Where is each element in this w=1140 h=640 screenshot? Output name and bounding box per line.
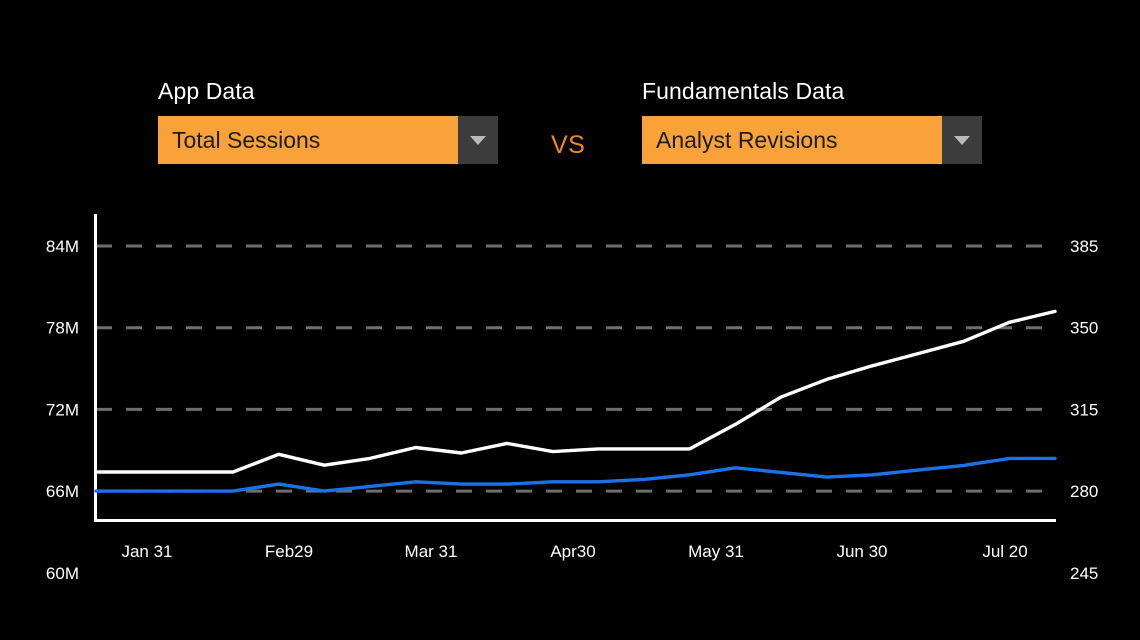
x-axis-tick-labels: Jan 31 Feb29 Mar 31 Apr30 May 31 Jun 30 Jul 20 (121, 542, 1027, 561)
x-axis-tick-label: Jan 31 (121, 542, 172, 561)
chart-gridlines (96, 244, 1055, 493)
left-axis-tick-labels: 84M 78M 72M 66M 60M (46, 237, 79, 583)
right-axis-tick-labels: 385 350 315 280 245 (1070, 237, 1098, 583)
x-axis-tick-label: Jun 30 (836, 542, 887, 561)
right-axis-tick-label: 280 (1070, 482, 1098, 501)
chart-series-lines (94, 309, 1057, 493)
series-line (94, 456, 1057, 493)
left-axis-tick-label: 72M (46, 400, 79, 419)
x-axis-tick-label: May 31 (688, 542, 744, 561)
x-axis-tick-label: Jul 20 (982, 542, 1027, 561)
series-line (94, 309, 1057, 474)
dual-axis-line-chart: 84M 78M 72M 66M 60M 385 350 315 280 245 Jan 31 Fe… (0, 0, 1140, 640)
right-axis-tick-label: 385 (1070, 237, 1098, 256)
x-axis-tick-label: Apr30 (550, 542, 595, 561)
right-axis-tick-label: 315 (1070, 400, 1098, 419)
chart-axes (94, 214, 1056, 522)
x-axis-tick-label: Mar 31 (405, 542, 458, 561)
left-axis-tick-label: 78M (46, 319, 79, 338)
left-axis-tick-label: 84M (46, 237, 79, 256)
chart-svg: 84M 78M 72M 66M 60M 385 350 315 280 245 Jan 31 Fe… (46, 214, 1098, 583)
left-axis-tick-label: 66M (46, 482, 79, 501)
x-axis-tick-label: Feb29 (265, 542, 313, 561)
left-axis-tick-label: 60M (46, 564, 79, 583)
right-axis-tick-label: 350 (1070, 319, 1098, 338)
right-axis-tick-label: 245 (1070, 564, 1098, 583)
